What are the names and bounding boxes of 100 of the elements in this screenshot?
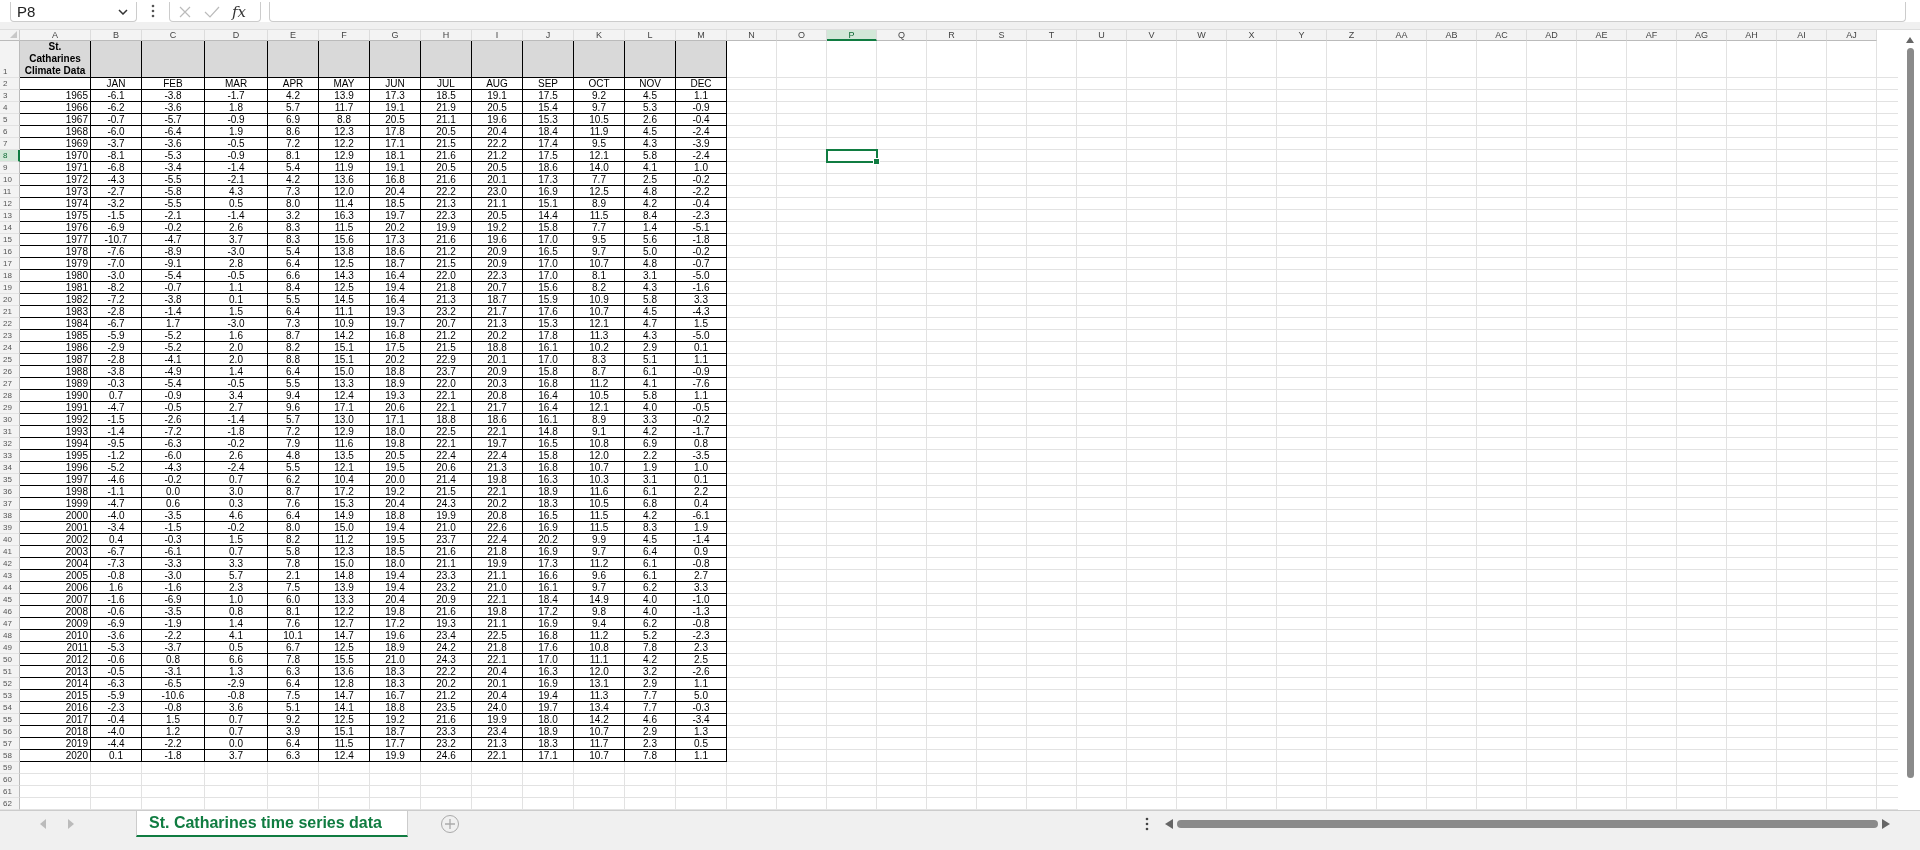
column-header[interactable]: N	[727, 30, 777, 41]
row-header[interactable]: 32	[0, 438, 20, 450]
column-header[interactable]: L	[625, 30, 676, 41]
row-header[interactable]: 36	[0, 486, 20, 498]
row-header[interactable]: 50	[0, 654, 20, 666]
row-header[interactable]: 55	[0, 714, 20, 726]
column-header[interactable]: G	[370, 30, 421, 41]
column-header[interactable]: AH	[1727, 30, 1777, 41]
row-header[interactable]: 4	[0, 102, 20, 114]
row-header[interactable]: 53	[0, 690, 20, 702]
column-header[interactable]: Q	[877, 30, 927, 41]
row-header[interactable]: 20	[0, 294, 20, 306]
row-header[interactable]: 35	[0, 474, 20, 486]
row-header[interactable]: 1	[0, 41, 20, 78]
row-header[interactable]: 5	[0, 114, 20, 126]
row-header[interactable]: 45	[0, 594, 20, 606]
column-header[interactable]: D	[205, 30, 268, 41]
column-header[interactable]: AD	[1527, 30, 1577, 41]
more-icon[interactable]	[1145, 817, 1149, 831]
row-header[interactable]: 42	[0, 558, 20, 570]
row-header[interactable]: 39	[0, 522, 20, 534]
row-header[interactable]: 23	[0, 330, 20, 342]
horizontal-scrollbar[interactable]	[1165, 819, 1890, 829]
row-header[interactable]: 37	[0, 498, 20, 510]
row-header[interactable]: 21	[0, 306, 20, 318]
row-header[interactable]: 22	[0, 318, 20, 330]
select-all-button[interactable]	[0, 30, 20, 41]
row-header[interactable]: 28	[0, 390, 20, 402]
row-header[interactable]: 60	[0, 774, 20, 786]
column-header[interactable]: C	[142, 30, 205, 41]
row-header[interactable]: 58	[0, 750, 20, 762]
column-header[interactable]: W	[1177, 30, 1227, 41]
row-header[interactable]: 25	[0, 354, 20, 366]
row-header[interactable]: 30	[0, 414, 20, 426]
row-header[interactable]: 13	[0, 210, 20, 222]
column-header[interactable]: U	[1077, 30, 1127, 41]
row-header[interactable]: 57	[0, 738, 20, 750]
row-header[interactable]: 56	[0, 726, 20, 738]
row-header[interactable]: 47	[0, 618, 20, 630]
insert-function-button[interactable]: fx	[232, 2, 246, 21]
row-header[interactable]: 41	[0, 546, 20, 558]
column-header[interactable]: J	[523, 30, 574, 41]
row-header[interactable]: 9	[0, 162, 20, 174]
row-header[interactable]: 14	[0, 222, 20, 234]
column-header[interactable]: AC	[1477, 30, 1527, 41]
column-header[interactable]: Y	[1277, 30, 1327, 41]
column-header[interactable]: V	[1127, 30, 1177, 41]
row-header[interactable]: 29	[0, 402, 20, 414]
row-header[interactable]: 49	[0, 642, 20, 654]
column-header[interactable]: F	[319, 30, 370, 41]
row-header[interactable]: 62	[0, 798, 20, 810]
column-header[interactable]: S	[977, 30, 1027, 41]
row-header[interactable]: 19	[0, 282, 20, 294]
column-header[interactable]: X	[1227, 30, 1277, 41]
row-header[interactable]: 24	[0, 342, 20, 354]
more-icon[interactable]	[151, 4, 155, 18]
row-header[interactable]: 15	[0, 234, 20, 246]
sheet-tab[interactable]: St. Catharines time series data	[136, 811, 408, 837]
column-header[interactable]: AB	[1427, 30, 1477, 41]
row-header[interactable]: 34	[0, 462, 20, 474]
row-header[interactable]: 27	[0, 378, 20, 390]
column-header[interactable]: P	[827, 30, 877, 41]
column-header[interactable]: Z	[1327, 30, 1377, 41]
row-header[interactable]: 7	[0, 138, 20, 150]
check-icon[interactable]	[204, 4, 220, 19]
column-header[interactable]: AJ	[1827, 30, 1877, 41]
column-header[interactable]: B	[91, 30, 142, 41]
scroll-thumb[interactable]	[1906, 48, 1914, 778]
row-header[interactable]: 11	[0, 186, 20, 198]
column-header[interactable]: AA	[1377, 30, 1427, 41]
right-arrow-icon[interactable]	[1882, 819, 1890, 829]
row-header[interactable]: 52	[0, 678, 20, 690]
row-header[interactable]: 48	[0, 630, 20, 642]
add-sheet-icon[interactable]	[440, 814, 460, 834]
column-header[interactable]: R	[927, 30, 977, 41]
column-header[interactable]: K	[574, 30, 625, 41]
row-header[interactable]: 16	[0, 246, 20, 258]
cell-cursor[interactable]	[827, 150, 877, 162]
row-header[interactable]: 10	[0, 174, 20, 186]
column-header[interactable]: H	[421, 30, 472, 41]
row-header[interactable]: 3	[0, 90, 20, 102]
row-header[interactable]: 17	[0, 258, 20, 270]
row-header[interactable]: 8	[0, 150, 20, 162]
row-header[interactable]: 18	[0, 270, 20, 282]
row-header[interactable]: 12	[0, 198, 20, 210]
row-header[interactable]: 6	[0, 126, 20, 138]
row-header[interactable]: 38	[0, 510, 20, 522]
column-header[interactable]: A	[20, 30, 91, 41]
row-header[interactable]: 43	[0, 570, 20, 582]
column-header[interactable]: I	[472, 30, 523, 41]
left-arrow-icon[interactable]	[1165, 819, 1173, 829]
column-header[interactable]: AF	[1627, 30, 1677, 41]
row-header[interactable]: 59	[0, 762, 20, 774]
row-header[interactable]: 61	[0, 786, 20, 798]
row-header[interactable]: 40	[0, 534, 20, 546]
row-header[interactable]: 2	[0, 78, 20, 90]
row-header[interactable]: 54	[0, 702, 20, 714]
close-icon[interactable]	[178, 4, 192, 19]
row-header[interactable]: 46	[0, 606, 20, 618]
column-header[interactable]: M	[676, 30, 727, 41]
